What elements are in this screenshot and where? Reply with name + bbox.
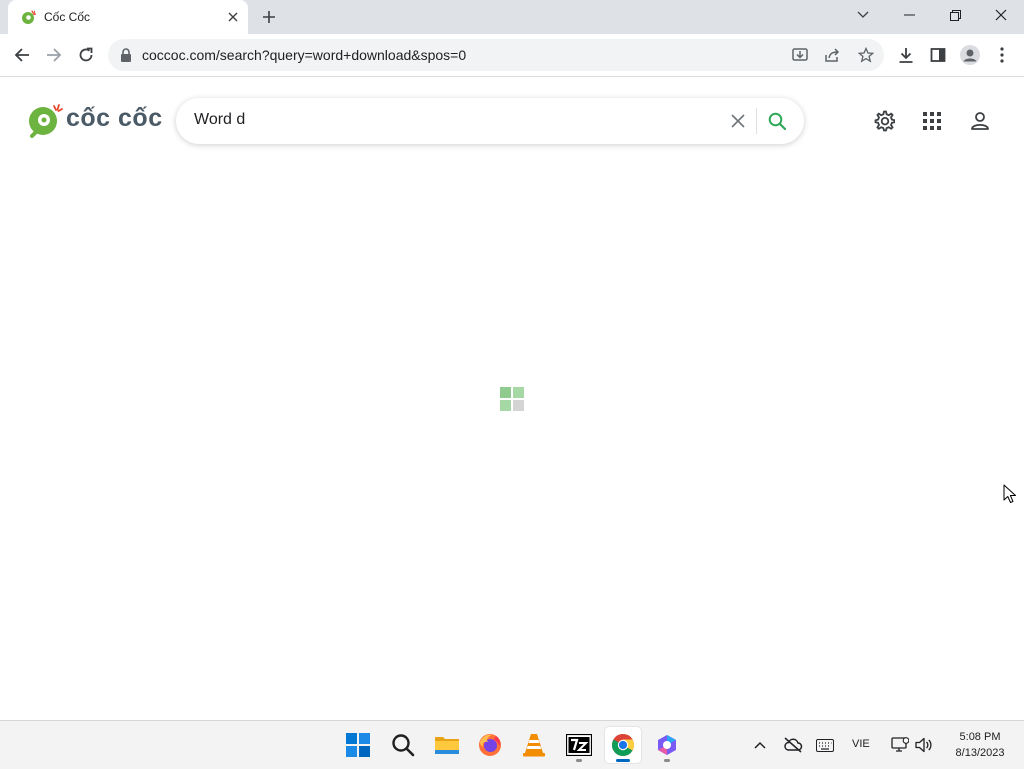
chrome-icon[interactable]	[605, 727, 641, 763]
search-icon[interactable]	[385, 727, 421, 763]
vlc-icon[interactable]	[516, 727, 552, 763]
touch-keyboard-icon[interactable]	[815, 735, 835, 755]
search-submit-icon[interactable]	[766, 110, 788, 132]
downloads-icon[interactable]	[894, 43, 918, 67]
loading-spinner	[500, 387, 524, 411]
coccoc-logo[interactable]: cốc cốc	[26, 100, 166, 142]
lock-icon	[121, 48, 131, 62]
clock-time: 5:08 PM	[959, 731, 1001, 743]
taskbar: VIE 5:08 PM 8/13/2023	[0, 720, 1024, 769]
side-panel-icon[interactable]	[926, 43, 950, 67]
address-bar[interactable]: coccoc.com/search?query=word+download&sp…	[108, 39, 884, 71]
tab-search-chevron-icon[interactable]	[840, 0, 886, 30]
browser-toolbar: coccoc.com/search?query=word+download&sp…	[0, 34, 1024, 77]
reload-icon[interactable]	[74, 43, 98, 67]
start-icon[interactable]	[340, 727, 376, 763]
volume-icon[interactable]	[914, 735, 934, 755]
input-language-indicator[interactable]: VIE	[852, 738, 870, 750]
address-url: coccoc.com/search?query=word+download&sp…	[142, 47, 467, 63]
forward-icon[interactable]	[42, 43, 66, 67]
close-window-icon[interactable]	[978, 0, 1024, 30]
apps-grid-icon[interactable]	[919, 108, 945, 134]
bookmark-star-icon[interactable]	[856, 45, 876, 65]
tab-title: Cốc Cốc	[44, 10, 91, 24]
mouse-cursor-icon	[1003, 484, 1016, 503]
7zip-icon[interactable]	[561, 727, 597, 763]
show-hidden-icons-chevron-icon[interactable]	[750, 735, 770, 755]
network-icon[interactable]	[890, 735, 910, 755]
coccoc-logo-icon	[29, 104, 63, 138]
share-icon[interactable]	[822, 45, 842, 65]
copilot-icon[interactable]	[649, 727, 685, 763]
close-tab-icon[interactable]	[224, 8, 242, 26]
restore-icon[interactable]	[932, 0, 978, 30]
app-open-indicator	[576, 759, 582, 762]
firefox-icon[interactable]	[472, 727, 508, 763]
browser-menu-icon[interactable]	[990, 43, 1014, 67]
search-divider	[756, 108, 757, 134]
tab-strip: Cốc Cốc	[0, 0, 1024, 34]
minimize-icon[interactable]	[886, 0, 932, 30]
settings-gear-icon[interactable]	[871, 108, 897, 134]
new-tab-icon[interactable]	[258, 6, 280, 28]
clear-search-icon[interactable]	[728, 111, 748, 131]
search-box	[176, 98, 804, 144]
onedrive-offline-icon[interactable]	[783, 735, 803, 755]
account-icon[interactable]	[967, 108, 993, 134]
back-icon[interactable]	[10, 43, 34, 67]
app-active-indicator	[616, 759, 630, 762]
file-explorer-icon[interactable]	[429, 727, 465, 763]
taskbar-clock[interactable]: 5:08 PM 8/13/2023	[944, 729, 1016, 761]
install-app-icon[interactable]	[790, 45, 810, 65]
clock-date: 8/13/2023	[955, 747, 1005, 759]
coccoc-favicon-icon	[22, 10, 37, 24]
search-input[interactable]	[194, 111, 714, 129]
profile-avatar[interactable]	[958, 43, 982, 67]
app-open-indicator	[664, 759, 670, 762]
browser-tab[interactable]: Cốc Cốc	[8, 0, 248, 34]
logo-text: cốc cốc	[66, 104, 163, 132]
